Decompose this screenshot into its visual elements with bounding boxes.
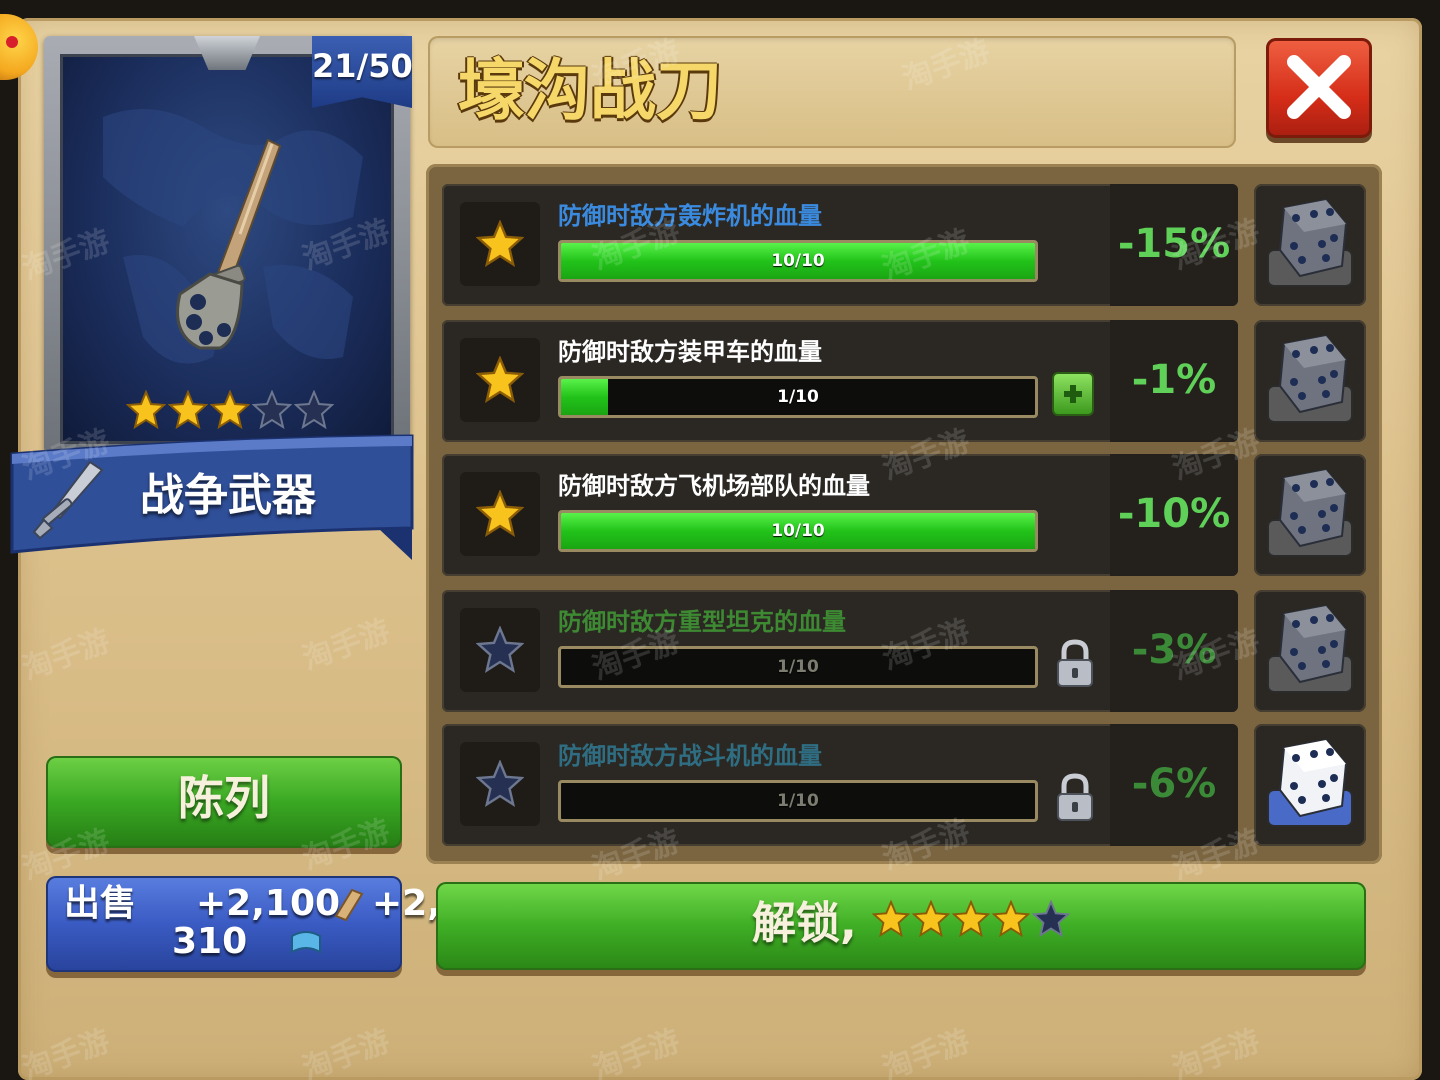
stat-progress-text: 10/10 — [771, 521, 825, 541]
stat-label: 防御时敌方重型坦克的血量 — [558, 608, 846, 636]
dice-icon — [1267, 334, 1353, 423]
unlock-label: 解锁, — [752, 898, 857, 949]
stat-progress-bar: 1/10 — [558, 376, 1038, 418]
dice-icon — [1267, 468, 1353, 557]
stat-progress-bar: 1/10 — [558, 780, 1038, 822]
star-filled-icon — [126, 390, 166, 430]
stat-star-box — [460, 472, 540, 556]
stat-label: 防御时敌方轰炸机的血量 — [558, 202, 822, 230]
close-button[interactable] — [1266, 38, 1372, 138]
star-filled-icon — [912, 900, 950, 938]
stat-progress-text: 10/10 — [771, 251, 825, 271]
star-empty-icon — [252, 390, 292, 430]
stat-progress-bar: 1/10 — [558, 646, 1038, 688]
stat-row: 防御时敌方重型坦克的血量 1/10 -3% — [442, 590, 1238, 712]
item-title: 壕沟战刀 — [458, 52, 722, 129]
dice-icon — [1267, 604, 1353, 693]
reroll-dice-button[interactable] — [1254, 590, 1366, 712]
lock-icon — [1057, 639, 1093, 687]
unlock-star-rating — [872, 900, 1070, 938]
background-title — [600, 0, 860, 22]
star-empty-icon — [476, 760, 524, 807]
card-count-badge: 21/50 — [312, 36, 412, 108]
reroll-dice-button[interactable] — [1254, 320, 1366, 442]
stat-star-box — [460, 338, 540, 422]
stat-progress-text: 1/10 — [777, 657, 819, 677]
sell-label: 出售 — [64, 883, 137, 924]
stat-row: 防御时敌方飞机场部队的血量 10/10 -10% — [442, 454, 1238, 576]
star-filled-icon — [992, 900, 1030, 938]
lock-icon — [1057, 773, 1093, 821]
stat-star-box — [460, 202, 540, 286]
stat-star-box — [460, 742, 540, 826]
reroll-dice-button[interactable] — [1254, 454, 1366, 576]
display-button[interactable]: 陈列 — [46, 756, 402, 848]
stat-row: 防御时敌方轰炸机的血量 10/10 -15% — [442, 184, 1238, 306]
star-filled-icon — [476, 220, 524, 267]
dice-icon — [1267, 198, 1353, 287]
upgrade-plus-button[interactable] — [1052, 372, 1094, 416]
star-filled-icon — [168, 390, 208, 430]
sell-scroll-amount-a: +2, — [372, 883, 441, 924]
reroll-dice-button[interactable] — [1254, 724, 1366, 846]
stat-label: 防御时敌方战斗机的血量 — [558, 742, 822, 770]
star-filled-icon — [210, 390, 250, 430]
sell-button[interactable]: 出售 +2,100 +2, 310 — [46, 876, 441, 972]
stat-progress-bar: 10/10 — [558, 510, 1038, 552]
stat-progress-text: 1/10 — [777, 387, 819, 407]
stat-percent: -3% — [1131, 627, 1217, 673]
sell-scroll-amount-b: 310 — [172, 921, 248, 962]
stat-percent: -6% — [1131, 761, 1217, 807]
category-label: 战争武器 — [140, 470, 316, 521]
card-star-rating — [126, 390, 336, 430]
stat-label: 防御时敌方飞机场部队的血量 — [558, 472, 870, 500]
close-icon — [1287, 55, 1351, 119]
stat-progress-text: 1/10 — [777, 791, 819, 811]
stat-percent: -10% — [1117, 491, 1231, 537]
scroll-icon — [291, 931, 321, 954]
star-empty-icon — [294, 390, 334, 430]
star-filled-icon — [952, 900, 990, 938]
wood-icon — [334, 888, 364, 922]
star-filled-icon — [476, 356, 524, 403]
star-filled-icon — [872, 900, 910, 938]
sword-icon — [32, 460, 104, 540]
star-empty-icon — [476, 626, 524, 673]
star-filled-icon — [476, 490, 524, 537]
stat-percent: -15% — [1117, 221, 1231, 267]
knife-icon — [176, 138, 282, 350]
reroll-dice-button[interactable] — [1254, 184, 1366, 306]
stat-star-box — [460, 608, 540, 692]
stat-row: 防御时敌方装甲车的血量 1/10 -1% — [442, 320, 1238, 442]
stat-progress-bar: 10/10 — [558, 240, 1038, 282]
star-empty-icon — [1032, 900, 1070, 938]
dice-icon — [1267, 738, 1353, 827]
unlock-button[interactable]: 解锁, — [436, 882, 1366, 970]
stat-percent: -1% — [1131, 357, 1217, 403]
stat-row: 防御时敌方战斗机的血量 1/10 -6% — [442, 724, 1238, 846]
stat-label: 防御时敌方装甲车的血量 — [558, 338, 822, 366]
